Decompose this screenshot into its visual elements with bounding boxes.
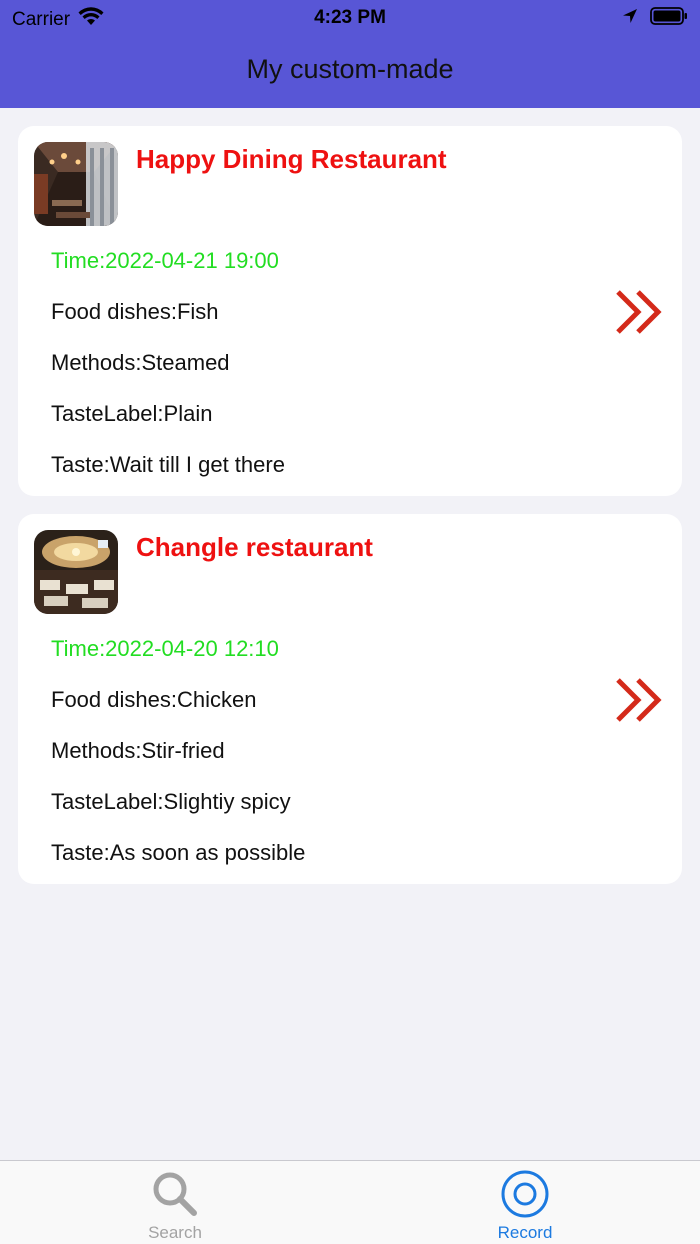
cooking-method: Methods:Stir-fried [51,738,225,763]
restaurant-name: Changle restaurant [136,532,373,562]
taste-label: TasteLabel:Slightiy spicy [51,789,291,814]
taste-note: Taste:As soon as possible [51,840,306,865]
location-arrow-icon [622,8,638,30]
restaurant-photo [34,142,118,226]
restaurant-photo [34,530,118,614]
cooking-method: Methods:Steamed [51,350,230,375]
taste-label: TasteLabel:Plain [51,401,213,426]
page-title: My custom-made [246,54,454,84]
tab-record[interactable]: Record [350,1161,700,1244]
food-dishes: Food dishes:Fish [51,299,219,324]
taste-note: Taste:Wait till I get there [51,452,285,477]
record-icon [500,1169,550,1219]
double-chevron-right-icon[interactable] [614,288,664,336]
food-dishes: Food dishes:Chicken [51,687,257,712]
tab-record-label: Record [497,1223,553,1242]
tab-bar: Search Record [0,1160,700,1244]
tab-search-label: Search [148,1223,202,1242]
status-bar: Carrier 4:23 PM [0,0,700,36]
battery-icon [650,6,688,32]
record-card[interactable]: Changle restaurant Time:2022-04-20 12:10… [18,514,682,884]
order-time: Time:2022-04-21 19:00 [51,248,279,273]
restaurant-name: Happy Dining Restaurant [136,144,447,174]
record-card[interactable]: Happy Dining Restaurant Time:2022-04-21 … [18,126,682,496]
record-list: Happy Dining Restaurant Time:2022-04-21 … [18,126,682,902]
status-indicators [622,6,688,32]
tab-search[interactable]: Search [0,1161,350,1244]
header-bar: Carrier 4:23 PM My custom-made [0,0,700,108]
search-icon [150,1169,200,1219]
order-time: Time:2022-04-20 12:10 [51,636,279,661]
double-chevron-right-icon[interactable] [614,676,664,724]
status-time: 4:23 PM [314,7,386,28]
